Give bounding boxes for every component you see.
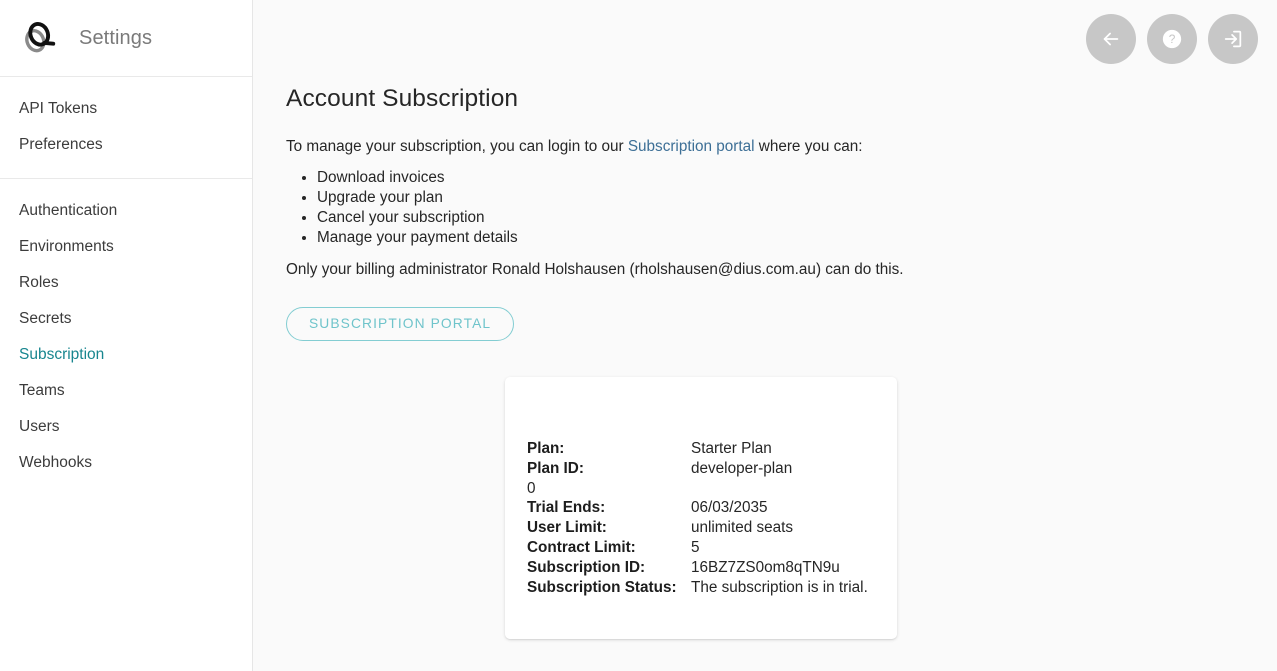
intro-text-before: To manage your subscription, you can log… (286, 138, 628, 155)
sidebar: Settings API Tokens Preferences Authenti… (0, 0, 253, 671)
detail-orphan-value: 0 (527, 480, 536, 497)
list-item: Manage your payment details (317, 228, 1277, 248)
list-item: Upgrade your plan (317, 188, 1277, 208)
subscription-portal-link[interactable]: Subscription portal (628, 138, 755, 155)
subscription-details-card: Plan: Starter Plan Plan ID: developer-pl… (505, 377, 897, 639)
billing-administrator-note: Only your billing administrator Ronald H… (286, 261, 904, 278)
detail-value-plan: Starter Plan (691, 440, 772, 457)
pact-swirl-logo-icon (17, 17, 59, 59)
app-root: Settings API Tokens Preferences Authenti… (0, 0, 1277, 671)
sidebar-item-environments[interactable]: Environments (0, 229, 252, 265)
sidebar-group-account: Authentication Environments Roles Secret… (0, 179, 252, 496)
detail-value-contract-limit: 5 (691, 539, 700, 556)
detail-label-trial-ends: Trial Ends: (527, 499, 606, 516)
sidebar-item-roles[interactable]: Roles (0, 265, 252, 301)
sidebar-header: Settings (0, 0, 252, 77)
detail-value-plan-id: developer-plan (691, 460, 793, 477)
app-title: Settings (79, 26, 153, 49)
detail-value-user-limit: unlimited seats (691, 519, 794, 536)
detail-value-subscription-id: 16BZ7ZS0om8qTN9u (691, 559, 840, 576)
detail-label-user-limit: User Limit: (527, 519, 607, 536)
sidebar-group-general: API Tokens Preferences (0, 77, 252, 179)
sidebar-item-secrets[interactable]: Secrets (0, 301, 252, 337)
sidebar-item-webhooks[interactable]: Webhooks (0, 445, 252, 481)
detail-label-subscription-id: Subscription ID: (527, 559, 646, 576)
detail-label-contract-limit: Contract Limit: (527, 539, 636, 556)
intro-paragraph: To manage your subscription, you can log… (286, 137, 1277, 157)
subscription-detail-grid: Plan: Starter Plan Plan ID: developer-pl… (527, 439, 897, 598)
sidebar-item-api-tokens[interactable]: API Tokens (0, 91, 252, 127)
list-item: Cancel your subscription (317, 208, 1277, 228)
subscription-portal-button[interactable]: Subscription portal (286, 307, 515, 341)
sidebar-item-users[interactable]: Users (0, 409, 252, 445)
detail-label-plan-id: Plan ID: (527, 460, 584, 477)
sidebar-item-authentication[interactable]: Authentication (0, 193, 252, 229)
benefits-list: Download invoices Upgrade your plan Canc… (286, 168, 1277, 248)
detail-value-subscription-status: The subscription is in trial. (691, 579, 868, 596)
intro-text-after: where you can: (754, 138, 863, 155)
sidebar-item-preferences[interactable]: Preferences (0, 127, 252, 163)
detail-value-trial-ends: 06/03/2035 (691, 499, 768, 516)
detail-label-plan: Plan: (527, 440, 565, 457)
sidebar-item-teams[interactable]: Teams (0, 373, 252, 409)
sidebar-item-subscription[interactable]: Subscription (0, 337, 252, 373)
main-content: ? Account Subscription To manage your su… (253, 0, 1277, 671)
list-item: Download invoices (317, 168, 1277, 188)
detail-label-subscription-status: Subscription Status: (527, 579, 677, 596)
page-title: Account Subscription (286, 85, 519, 112)
card-inner: Plan: Starter Plan Plan ID: developer-pl… (505, 377, 897, 598)
